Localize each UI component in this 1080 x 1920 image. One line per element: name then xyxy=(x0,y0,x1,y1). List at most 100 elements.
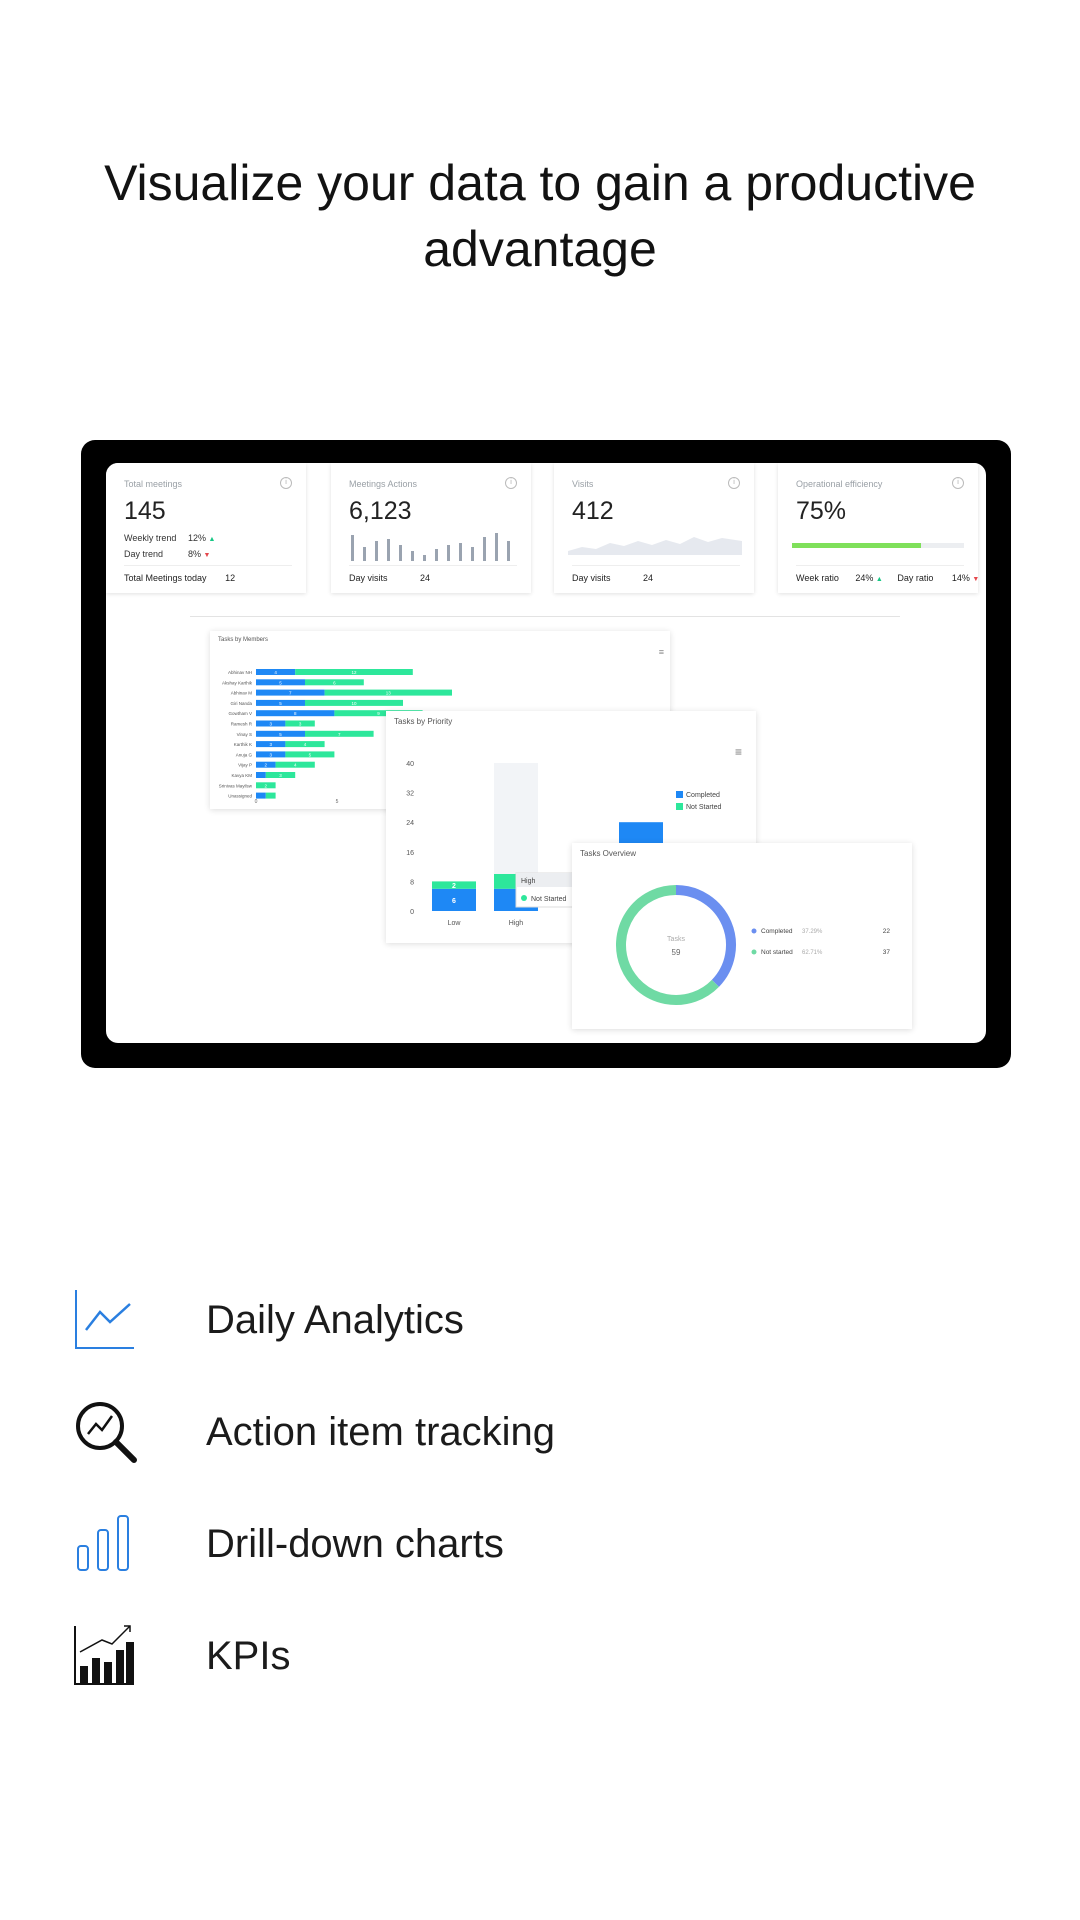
member-label: Vinay S xyxy=(237,732,252,737)
divider xyxy=(349,565,517,566)
device-frame: Total meetings i 145 Weekly trend 12% ▲ … xyxy=(81,440,1011,1068)
legend-value: 22 xyxy=(883,928,891,935)
member-label: Karthik K xyxy=(234,742,252,747)
info-icon[interactable]: i xyxy=(505,477,517,489)
tooltip-title: High xyxy=(521,878,536,885)
sparkline-bars xyxy=(351,533,510,561)
legend-dot xyxy=(751,928,757,934)
member-label: Ramesh R xyxy=(231,722,253,727)
member-label: Abhinav M xyxy=(231,691,253,696)
bar-data-label: 6 xyxy=(452,898,456,905)
feature-drill-down-charts: Drill-down charts xyxy=(72,1510,972,1590)
y-tick-label: 0 xyxy=(410,909,414,916)
legend-swatch-completed xyxy=(676,791,683,798)
efficiency-progress-track xyxy=(792,543,964,548)
kpi-value: 6,123 xyxy=(349,497,412,525)
footer-label: Day visits xyxy=(572,573,611,583)
member-label: Akshay Karthik xyxy=(222,680,253,685)
feature-label: KPIs xyxy=(206,1634,291,1678)
kpi-card-visits[interactable]: Visits i 412 Day visits 24 xyxy=(554,463,754,593)
y-tick-label: 32 xyxy=(406,791,414,798)
bar-chart-outline-icon xyxy=(77,1515,129,1571)
footer-label: Total Meetings today xyxy=(124,573,207,583)
member-label: Vijay P xyxy=(238,763,252,768)
growth-bars-icon xyxy=(74,1625,134,1685)
info-icon[interactable]: i xyxy=(280,477,292,489)
member-label: Srinivas Mayilsw xyxy=(219,783,253,788)
kpi-label: Operational efficiency xyxy=(796,479,883,489)
footer-value: 24 xyxy=(643,573,654,583)
page-headline: Visualize your data to gain a productive… xyxy=(104,155,976,277)
trend-down-icon: ▼ xyxy=(972,576,980,583)
kpi-value: 75% xyxy=(796,497,847,525)
donut-center-label: Tasks xyxy=(667,936,685,943)
divider xyxy=(796,565,964,566)
tooltip-series: Not Started xyxy=(531,896,567,903)
bar-data-label: 12 xyxy=(351,670,357,675)
week-ratio-label: Week ratio xyxy=(796,573,839,583)
kpi-card-meetings-actions[interactable]: Meetings Actions i 6,123 Day visits 24 xyxy=(331,463,531,593)
kpi-footer: Week ratio 24% ▲ Day ratio 14% ▼ xyxy=(796,573,979,583)
legend-swatch-not-started xyxy=(676,803,683,810)
weekly-trend-row: Weekly trend 12% ▲ xyxy=(124,533,215,543)
legend-percent: 37.29% xyxy=(802,929,823,935)
y-tick-label: 24 xyxy=(406,820,414,827)
day-trend-value: 8% xyxy=(188,549,202,559)
tasks-overview-chart: Tasks 59 Completed 37.29% 22 Not started 62.71… xyxy=(616,885,891,1005)
footer-label: Day visits xyxy=(349,573,388,583)
tooltip-dot xyxy=(521,895,527,901)
kpi-label: Meetings Actions xyxy=(349,479,418,489)
day-ratio-value: 14% xyxy=(951,573,970,583)
member-label: Abhinav NH xyxy=(228,670,252,675)
section-divider xyxy=(190,616,900,617)
dashboard-screen: Total meetings i 145 Weekly trend 12% ▲ … xyxy=(106,463,986,1043)
feature-label: Action item tracking xyxy=(206,1410,556,1454)
day-trend-label: Day trend xyxy=(124,549,164,559)
sparkline-area xyxy=(568,537,742,555)
member-label: Anuja G xyxy=(236,752,253,757)
info-icon[interactable]: i xyxy=(952,477,964,489)
kpi-label: Total meetings xyxy=(124,479,183,489)
y-tick-label: 40 xyxy=(406,761,414,768)
kpi-label: Visits xyxy=(572,479,594,489)
donut-center-value: 59 xyxy=(672,948,681,957)
bar-completed xyxy=(256,792,266,799)
member-label: Kavya KM xyxy=(231,773,252,778)
footer-value: 24 xyxy=(420,573,431,583)
weekly-trend-label: Weekly trend xyxy=(124,533,177,543)
trend-down-icon: ▼ xyxy=(203,552,211,559)
legend-dot xyxy=(751,949,757,955)
legend-label: Not Started xyxy=(686,804,722,811)
kpi-card-total-meetings[interactable]: Total meetings i 145 Weekly trend 12% ▲ … xyxy=(106,463,306,593)
info-icon[interactable]: i xyxy=(728,477,740,489)
trend-up-icon: ▲ xyxy=(208,536,216,543)
feature-daily-analytics: Daily Analytics xyxy=(72,1286,972,1366)
bar-completed xyxy=(256,772,266,778)
legend-percent: 62.71% xyxy=(802,950,823,956)
kpi-value: 145 xyxy=(124,497,166,525)
x-tick-label: 0 xyxy=(255,799,258,805)
feature-label: Daily Analytics xyxy=(206,1298,464,1342)
kpi-footer: Day visits 24 xyxy=(349,573,430,583)
weekly-trend-value: 12% xyxy=(188,533,207,543)
tasks-overview-panel[interactable]: Tasks Overview Tasks 59 Completed 37.29% 22 N… xyxy=(572,843,912,1029)
member-label: Gowtham V xyxy=(228,711,252,716)
efficiency-progress-fill xyxy=(792,543,921,548)
bar-data-label: 10 xyxy=(351,701,357,706)
feature-action-item-tracking: Action item tracking xyxy=(72,1398,972,1478)
donut-slice xyxy=(616,885,719,1005)
footer-value: 12 xyxy=(225,573,236,583)
line-chart-icon xyxy=(75,1290,134,1349)
feature-label: Drill-down charts xyxy=(206,1522,504,1566)
y-tick-label: 8 xyxy=(410,879,414,886)
bar-data-label: 13 xyxy=(386,691,392,696)
member-label: Unassigned xyxy=(228,794,252,799)
day-ratio-label: Day ratio xyxy=(897,573,934,583)
bar-not-started xyxy=(265,792,276,799)
legend-value: 37 xyxy=(883,949,891,956)
divider xyxy=(124,565,292,566)
kpi-card-operational-efficiency[interactable]: Operational efficiency i 75% Week ratio … xyxy=(778,463,979,593)
member-label: Giri Nanda xyxy=(230,701,252,706)
x-tick-label: 5 xyxy=(336,799,339,805)
bar-data-label: 2 xyxy=(452,883,456,890)
